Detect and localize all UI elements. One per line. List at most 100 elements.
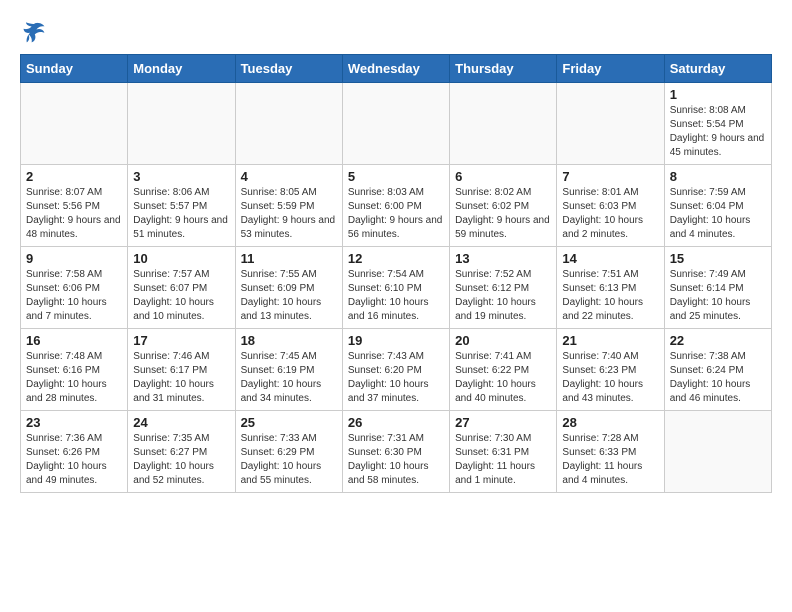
day-number: 3 — [133, 169, 229, 184]
day-number: 18 — [241, 333, 337, 348]
calendar-cell: 9 Sunrise: 7:58 AM Sunset: 6:06 PM Daylig… — [21, 247, 128, 329]
day-number: 13 — [455, 251, 551, 266]
day-number: 5 — [348, 169, 444, 184]
day-number: 8 — [670, 169, 766, 184]
calendar-cell: 7 Sunrise: 8:01 AM Sunset: 6:03 PM Daylig… — [557, 165, 664, 247]
day-info: Sunrise: 8:01 AM Sunset: 6:03 PM Dayligh… — [562, 186, 658, 242]
calendar-cell: 15 Sunrise: 7:49 AM Sunset: 6:14 PM Dayli… — [664, 247, 771, 329]
calendar-header-row: SundayMondayTuesdayWednesdayThursdayFrid… — [21, 55, 772, 83]
page-header — [20, 20, 772, 44]
weekday-header-wednesday: Wednesday — [342, 55, 449, 83]
day-number: 15 — [670, 251, 766, 266]
week-row-2: 2 Sunrise: 8:07 AM Sunset: 5:56 PM Daylig… — [21, 165, 772, 247]
day-info: Sunrise: 8:07 AM Sunset: 5:56 PM Dayligh… — [26, 186, 122, 242]
calendar-cell: 26Sunrise: 7:31 AM Sunset: 6:30 PM Dayli… — [342, 411, 449, 493]
day-number: 17 — [133, 333, 229, 348]
day-info: Sunrise: 7:33 AM Sunset: 6:29 PM Dayligh… — [241, 432, 337, 488]
day-info: Sunrise: 8:03 AM Sunset: 6:00 PM Dayligh… — [348, 186, 444, 242]
day-info: Sunrise: 7:38 AM Sunset: 6:24 PM Dayligh… — [670, 350, 766, 406]
calendar-cell: 1 Sunrise: 8:08 AM Sunset: 5:54 PM Daylig… — [664, 83, 771, 165]
day-number: 7 — [562, 169, 658, 184]
day-info: Sunrise: 7:52 AM Sunset: 6:12 PM Dayligh… — [455, 268, 551, 324]
day-info: Sunrise: 7:30 AM Sunset: 6:31 PM Dayligh… — [455, 432, 551, 488]
weekday-header-friday: Friday — [557, 55, 664, 83]
calendar-cell — [450, 83, 557, 165]
calendar-cell: 5 Sunrise: 8:03 AM Sunset: 6:00 PM Daylig… — [342, 165, 449, 247]
day-info: Sunrise: 7:45 AM Sunset: 6:19 PM Dayligh… — [241, 350, 337, 406]
day-number: 21 — [562, 333, 658, 348]
week-row-5: 23Sunrise: 7:36 AM Sunset: 6:26 PM Dayli… — [21, 411, 772, 493]
calendar-cell: 10 Sunrise: 7:57 AM Sunset: 6:07 PM Dayli… — [128, 247, 235, 329]
weekday-header-tuesday: Tuesday — [235, 55, 342, 83]
day-number: 22 — [670, 333, 766, 348]
calendar-cell: 19 Sunrise: 7:43 AM Sunset: 6:20 PM Dayli… — [342, 329, 449, 411]
calendar-cell: 24 Sunrise: 7:35 AM Sunset: 6:27 PM Dayli… — [128, 411, 235, 493]
day-info: Sunrise: 7:48 AM Sunset: 6:16 PM Dayligh… — [26, 350, 122, 406]
day-number: 4 — [241, 169, 337, 184]
day-number: 10 — [133, 251, 229, 266]
day-number: 27 — [455, 415, 551, 430]
logo-bird-icon — [22, 20, 46, 44]
day-number: 14 — [562, 251, 658, 266]
calendar-cell: 12Sunrise: 7:54 AM Sunset: 6:10 PM Dayli… — [342, 247, 449, 329]
day-info: Sunrise: 7:55 AM Sunset: 6:09 PM Dayligh… — [241, 268, 337, 324]
calendar-cell: 8 Sunrise: 7:59 AM Sunset: 6:04 PM Daylig… — [664, 165, 771, 247]
day-info: Sunrise: 7:46 AM Sunset: 6:17 PM Dayligh… — [133, 350, 229, 406]
calendar-cell — [128, 83, 235, 165]
calendar-cell — [664, 411, 771, 493]
day-number: 11 — [241, 251, 337, 266]
calendar-cell: 28 Sunrise: 7:28 AM Sunset: 6:33 PM Dayli… — [557, 411, 664, 493]
calendar-cell: 18 Sunrise: 7:45 AM Sunset: 6:19 PM Dayli… — [235, 329, 342, 411]
calendar-cell — [557, 83, 664, 165]
week-row-3: 9 Sunrise: 7:58 AM Sunset: 6:06 PM Daylig… — [21, 247, 772, 329]
day-info: Sunrise: 8:06 AM Sunset: 5:57 PM Dayligh… — [133, 186, 229, 242]
day-info: Sunrise: 7:43 AM Sunset: 6:20 PM Dayligh… — [348, 350, 444, 406]
weekday-header-saturday: Saturday — [664, 55, 771, 83]
day-info: Sunrise: 8:05 AM Sunset: 5:59 PM Dayligh… — [241, 186, 337, 242]
calendar-cell: 27 Sunrise: 7:30 AM Sunset: 6:31 PM Dayli… — [450, 411, 557, 493]
calendar-cell: 6 Sunrise: 8:02 AM Sunset: 6:02 PM Daylig… — [450, 165, 557, 247]
calendar-cell: 11 Sunrise: 7:55 AM Sunset: 6:09 PM Dayli… — [235, 247, 342, 329]
day-number: 9 — [26, 251, 122, 266]
day-number: 2 — [26, 169, 122, 184]
day-number: 23 — [26, 415, 122, 430]
calendar-table: SundayMondayTuesdayWednesdayThursdayFrid… — [20, 54, 772, 493]
calendar-cell — [235, 83, 342, 165]
day-number: 19 — [348, 333, 444, 348]
calendar-cell: 16Sunrise: 7:48 AM Sunset: 6:16 PM Dayli… — [21, 329, 128, 411]
day-info: Sunrise: 8:02 AM Sunset: 6:02 PM Dayligh… — [455, 186, 551, 242]
calendar-cell: 17 Sunrise: 7:46 AM Sunset: 6:17 PM Dayli… — [128, 329, 235, 411]
day-info: Sunrise: 7:57 AM Sunset: 6:07 PM Dayligh… — [133, 268, 229, 324]
logo — [20, 20, 46, 44]
weekday-header-thursday: Thursday — [450, 55, 557, 83]
calendar-cell — [21, 83, 128, 165]
calendar-cell: 14 Sunrise: 7:51 AM Sunset: 6:13 PM Dayli… — [557, 247, 664, 329]
day-info: Sunrise: 7:51 AM Sunset: 6:13 PM Dayligh… — [562, 268, 658, 324]
day-info: Sunrise: 8:08 AM Sunset: 5:54 PM Dayligh… — [670, 104, 766, 160]
day-number: 28 — [562, 415, 658, 430]
day-info: Sunrise: 7:41 AM Sunset: 6:22 PM Dayligh… — [455, 350, 551, 406]
day-number: 6 — [455, 169, 551, 184]
calendar-cell — [342, 83, 449, 165]
week-row-4: 16Sunrise: 7:48 AM Sunset: 6:16 PM Dayli… — [21, 329, 772, 411]
calendar-cell: 20 Sunrise: 7:41 AM Sunset: 6:22 PM Dayli… — [450, 329, 557, 411]
day-info: Sunrise: 7:28 AM Sunset: 6:33 PM Dayligh… — [562, 432, 658, 488]
calendar-cell: 13 Sunrise: 7:52 AM Sunset: 6:12 PM Dayli… — [450, 247, 557, 329]
day-number: 26 — [348, 415, 444, 430]
day-number: 24 — [133, 415, 229, 430]
weekday-header-monday: Monday — [128, 55, 235, 83]
day-info: Sunrise: 7:58 AM Sunset: 6:06 PM Dayligh… — [26, 268, 122, 324]
day-number: 20 — [455, 333, 551, 348]
day-info: Sunrise: 7:59 AM Sunset: 6:04 PM Dayligh… — [670, 186, 766, 242]
calendar-cell: 22 Sunrise: 7:38 AM Sunset: 6:24 PM Dayli… — [664, 329, 771, 411]
day-info: Sunrise: 7:35 AM Sunset: 6:27 PM Dayligh… — [133, 432, 229, 488]
day-number: 1 — [670, 87, 766, 102]
calendar-cell: 4 Sunrise: 8:05 AM Sunset: 5:59 PM Daylig… — [235, 165, 342, 247]
day-info: Sunrise: 7:49 AM Sunset: 6:14 PM Dayligh… — [670, 268, 766, 324]
calendar-cell: 23Sunrise: 7:36 AM Sunset: 6:26 PM Dayli… — [21, 411, 128, 493]
day-info: Sunrise: 7:40 AM Sunset: 6:23 PM Dayligh… — [562, 350, 658, 406]
calendar-cell: 25Sunrise: 7:33 AM Sunset: 6:29 PM Dayli… — [235, 411, 342, 493]
weekday-header-sunday: Sunday — [21, 55, 128, 83]
calendar-cell: 2 Sunrise: 8:07 AM Sunset: 5:56 PM Daylig… — [21, 165, 128, 247]
day-number: 12 — [348, 251, 444, 266]
